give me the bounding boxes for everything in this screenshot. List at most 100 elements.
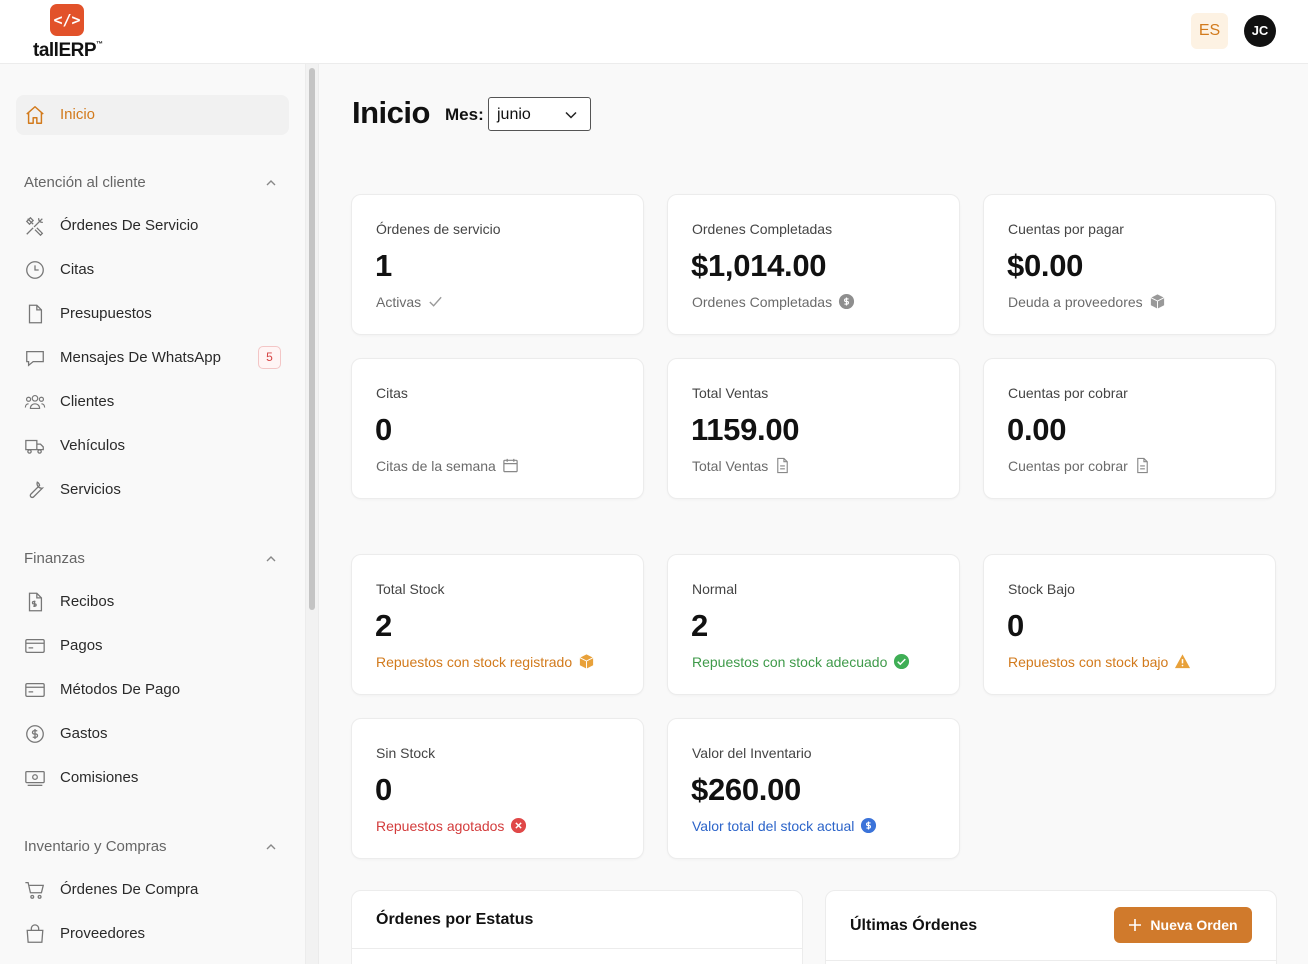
sidebar-item-servicios[interactable]: Servicios — [16, 470, 289, 510]
card-normal[interactable]: Normal 2 Repuestos con stock adecuado — [667, 554, 960, 695]
clock-icon — [26, 261, 44, 279]
card-value: 2 — [375, 608, 392, 643]
sidebar-item-label: Mensajes De WhatsApp — [60, 349, 221, 366]
card-subtitle: Repuestos agotados — [376, 817, 527, 834]
card-subtitle-text: Repuestos con stock bajo — [1008, 653, 1169, 670]
card-subtitle-text: Ordenes Completadas — [692, 293, 833, 310]
card-stock-bajo[interactable]: Stock Bajo 0 Repuestos con stock bajo — [983, 554, 1276, 695]
panel-divider — [826, 960, 1276, 961]
panel-title: Órdenes por Estatus — [376, 911, 534, 928]
card-subtitle-text: Repuestos con stock registrado — [376, 653, 573, 670]
home-icon — [26, 106, 44, 124]
card-title: Total Ventas — [692, 385, 769, 401]
card-subtitle: Repuestos con stock adecuado — [692, 653, 910, 670]
card-cuentas-por-pagar[interactable]: Cuentas por pagar $0.00 Deuda a proveedo… — [983, 194, 1276, 335]
sidebar-item-inicio[interactable]: Inicio — [16, 95, 289, 135]
new-order-button[interactable]: Nueva Orden — [1114, 907, 1252, 943]
sidebar-item-label: Órdenes De Servicio — [60, 217, 199, 234]
card-subtitle-text: Repuestos con stock adecuado — [692, 653, 888, 670]
card-value: 0 — [375, 412, 392, 447]
users-icon — [24, 394, 46, 410]
sidebar-item-mensajes-whatsapp[interactable]: Mensajes De WhatsApp 5 — [16, 338, 289, 378]
sidebar-item-label: Vehículos — [60, 437, 126, 454]
card-valor-inventario[interactable]: Valor del Inventario $260.00 Valor total… — [667, 718, 960, 859]
card-subtitle-text: Total Ventas — [692, 457, 769, 474]
app-logo[interactable]: </> tallERP™ — [32, 4, 112, 61]
card-value: 0 — [1007, 608, 1024, 643]
sidebar-item-label: Gastos — [60, 725, 108, 742]
sidebar-item-pagos[interactable]: Pagos — [16, 626, 289, 666]
warning-icon — [1175, 654, 1191, 669]
sidebar-item-presupuestos[interactable]: Presupuestos — [16, 294, 289, 334]
card-subtitle: Ordenes Completadas — [692, 293, 855, 310]
card-cuentas-por-cobrar[interactable]: Cuentas por cobrar 0.00 Cuentas por cobr… — [983, 358, 1276, 499]
sidebar-scrollbar[interactable] — [306, 64, 319, 964]
card-subtitle: Deuda a proveedores — [1008, 293, 1166, 310]
card-title: Órdenes de servicio — [376, 221, 501, 237]
sidebar-item-clientes[interactable]: Clientes — [16, 382, 289, 422]
card-value: $260.00 — [691, 772, 801, 807]
section-title: Inventario y Compras — [24, 838, 167, 855]
sidebar-item-label: Presupuestos — [60, 305, 152, 322]
card-ordenes-servicio[interactable]: Órdenes de servicio 1 Activas — [351, 194, 644, 335]
card-sin-stock[interactable]: Sin Stock 0 Repuestos agotados — [351, 718, 644, 859]
card-title: Normal — [692, 581, 738, 597]
bag-icon — [26, 924, 44, 943]
card-title: Total Stock — [376, 581, 445, 597]
panel-divider — [352, 948, 802, 949]
sidebar-item-recibos[interactable]: Recibos — [16, 582, 289, 622]
cart-icon — [25, 882, 45, 899]
sidebar-item-metodos-pago[interactable]: Métodos De Pago — [16, 670, 289, 710]
card-subtitle-text: Activas — [376, 293, 422, 310]
section-title: Atención al cliente — [24, 174, 146, 191]
sidebar-item-proveedores[interactable]: Proveedores — [16, 914, 289, 954]
month-select[interactable]: junio — [488, 97, 591, 131]
card-value: 1 — [375, 248, 392, 283]
sidebar-item-vehiculos[interactable]: Vehículos — [16, 426, 289, 466]
unread-badge: 5 — [258, 346, 281, 369]
check-circle-icon — [894, 653, 910, 670]
card-subtitle: Repuestos con stock registrado — [376, 653, 595, 670]
card-subtitle: Valor total del stock actual — [692, 817, 877, 834]
chat-icon — [26, 350, 44, 367]
section-title: Finanzas — [24, 550, 85, 567]
card-title: Citas — [376, 385, 408, 401]
card-citas[interactable]: Citas 0 Citas de la semana — [351, 358, 644, 499]
scrollbar-thumb[interactable] — [309, 68, 315, 610]
card-subtitle-text: Deuda a proveedores — [1008, 293, 1143, 310]
card-title: Cuentas por cobrar — [1008, 385, 1128, 401]
document-icon — [1137, 457, 1148, 474]
sidebar-item-citas[interactable]: Citas — [16, 250, 289, 290]
logo-text: tallERP™ — [33, 40, 103, 61]
document-icon — [28, 304, 43, 324]
sidebar-item-ordenes-servicio[interactable]: Órdenes De Servicio — [16, 206, 289, 246]
tools-icon — [25, 216, 44, 237]
card-value: 1159.00 — [691, 412, 800, 447]
chevron-down-icon — [565, 111, 577, 119]
section-finanzas[interactable]: Finanzas — [24, 550, 280, 572]
card-ordenes-completadas[interactable]: Ordenes Completadas $1,014.00 Ordenes Co… — [667, 194, 960, 335]
card-title: Cuentas por pagar — [1008, 221, 1124, 237]
chevron-up-icon — [266, 556, 276, 562]
panel-ultimas-ordenes: Últimas Órdenes Nueva Orden — [825, 890, 1277, 964]
receipt-icon — [28, 592, 43, 612]
sidebar-item-gastos[interactable]: Gastos — [16, 714, 289, 754]
card-total-ventas[interactable]: Total Ventas 1159.00 Total Ventas — [667, 358, 960, 499]
wrench-icon — [29, 481, 45, 499]
calendar-icon — [503, 458, 518, 473]
card-total-stock[interactable]: Total Stock 2 Repuestos con stock regist… — [351, 554, 644, 695]
sidebar-item-ordenes-compra[interactable]: Órdenes De Compra — [16, 870, 289, 910]
check-icon — [429, 296, 442, 307]
sidebar-item-label: Citas — [60, 261, 95, 278]
language-button[interactable]: ES — [1191, 13, 1228, 49]
card-value: $1,014.00 — [691, 248, 827, 283]
chevron-up-icon — [266, 844, 276, 850]
section-inventario-compras[interactable]: Inventario y Compras — [24, 838, 280, 860]
month-label: Mes: — [445, 105, 484, 124]
user-avatar[interactable]: JC — [1244, 15, 1276, 47]
section-atencion-cliente[interactable]: Atención al cliente — [24, 174, 280, 196]
panel-ordenes-por-estatus: Órdenes por Estatus — [351, 890, 803, 964]
card-subtitle-text: Repuestos agotados — [376, 817, 505, 834]
sidebar-item-comisiones[interactable]: Comisiones — [16, 758, 289, 798]
card-subtitle-text: Citas de la semana — [376, 457, 496, 474]
